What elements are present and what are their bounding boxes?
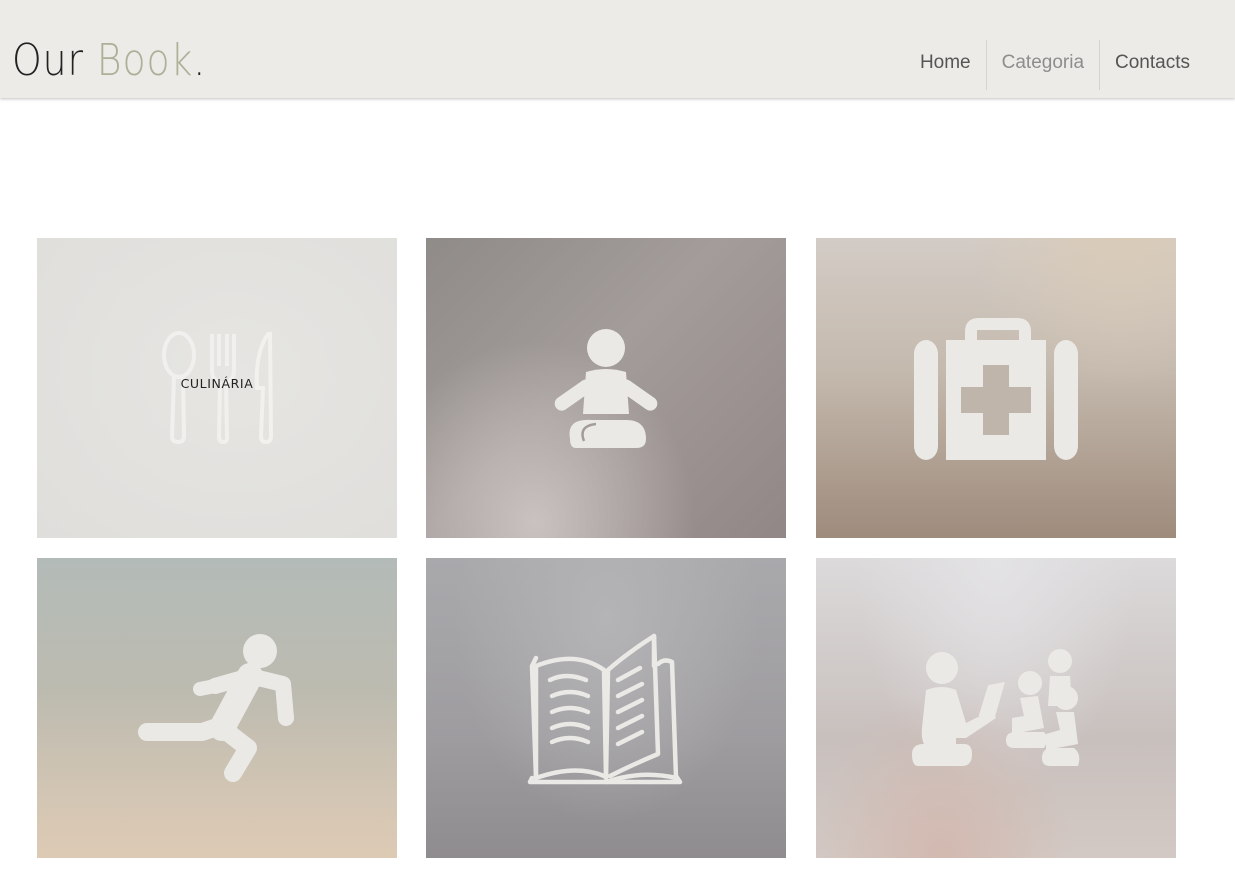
main-nav: Home Categoria Contacts: [905, 40, 1205, 90]
category-tile-sports[interactable]: [37, 558, 397, 858]
logo-word-our: Our: [12, 35, 84, 86]
first-aid-kit-icon: [914, 318, 1078, 460]
category-tile-meditation[interactable]: [426, 238, 786, 538]
category-tile-culinaria[interactable]: CULINÁRIA: [37, 238, 397, 538]
category-label: CULINÁRIA: [180, 376, 254, 391]
logo-word-book: Book: [96, 35, 194, 86]
category-tile-health[interactable]: [816, 238, 1176, 538]
nav-home[interactable]: Home: [905, 40, 986, 90]
nav-categoria[interactable]: Categoria: [987, 40, 1099, 90]
site-header: Our Book. Home Categoria Contacts: [0, 0, 1235, 98]
nav-contacts[interactable]: Contacts: [1100, 40, 1205, 90]
category-tile-education[interactable]: [816, 558, 1176, 858]
category-tile-literature[interactable]: [426, 558, 786, 858]
logo-dot: .: [193, 35, 207, 86]
meditation-icon: [554, 329, 658, 448]
teacher-children-icon: [912, 649, 1080, 766]
running-person-icon: [138, 634, 294, 782]
open-book-icon: [527, 633, 683, 785]
site-logo[interactable]: Our Book.: [12, 34, 206, 88]
